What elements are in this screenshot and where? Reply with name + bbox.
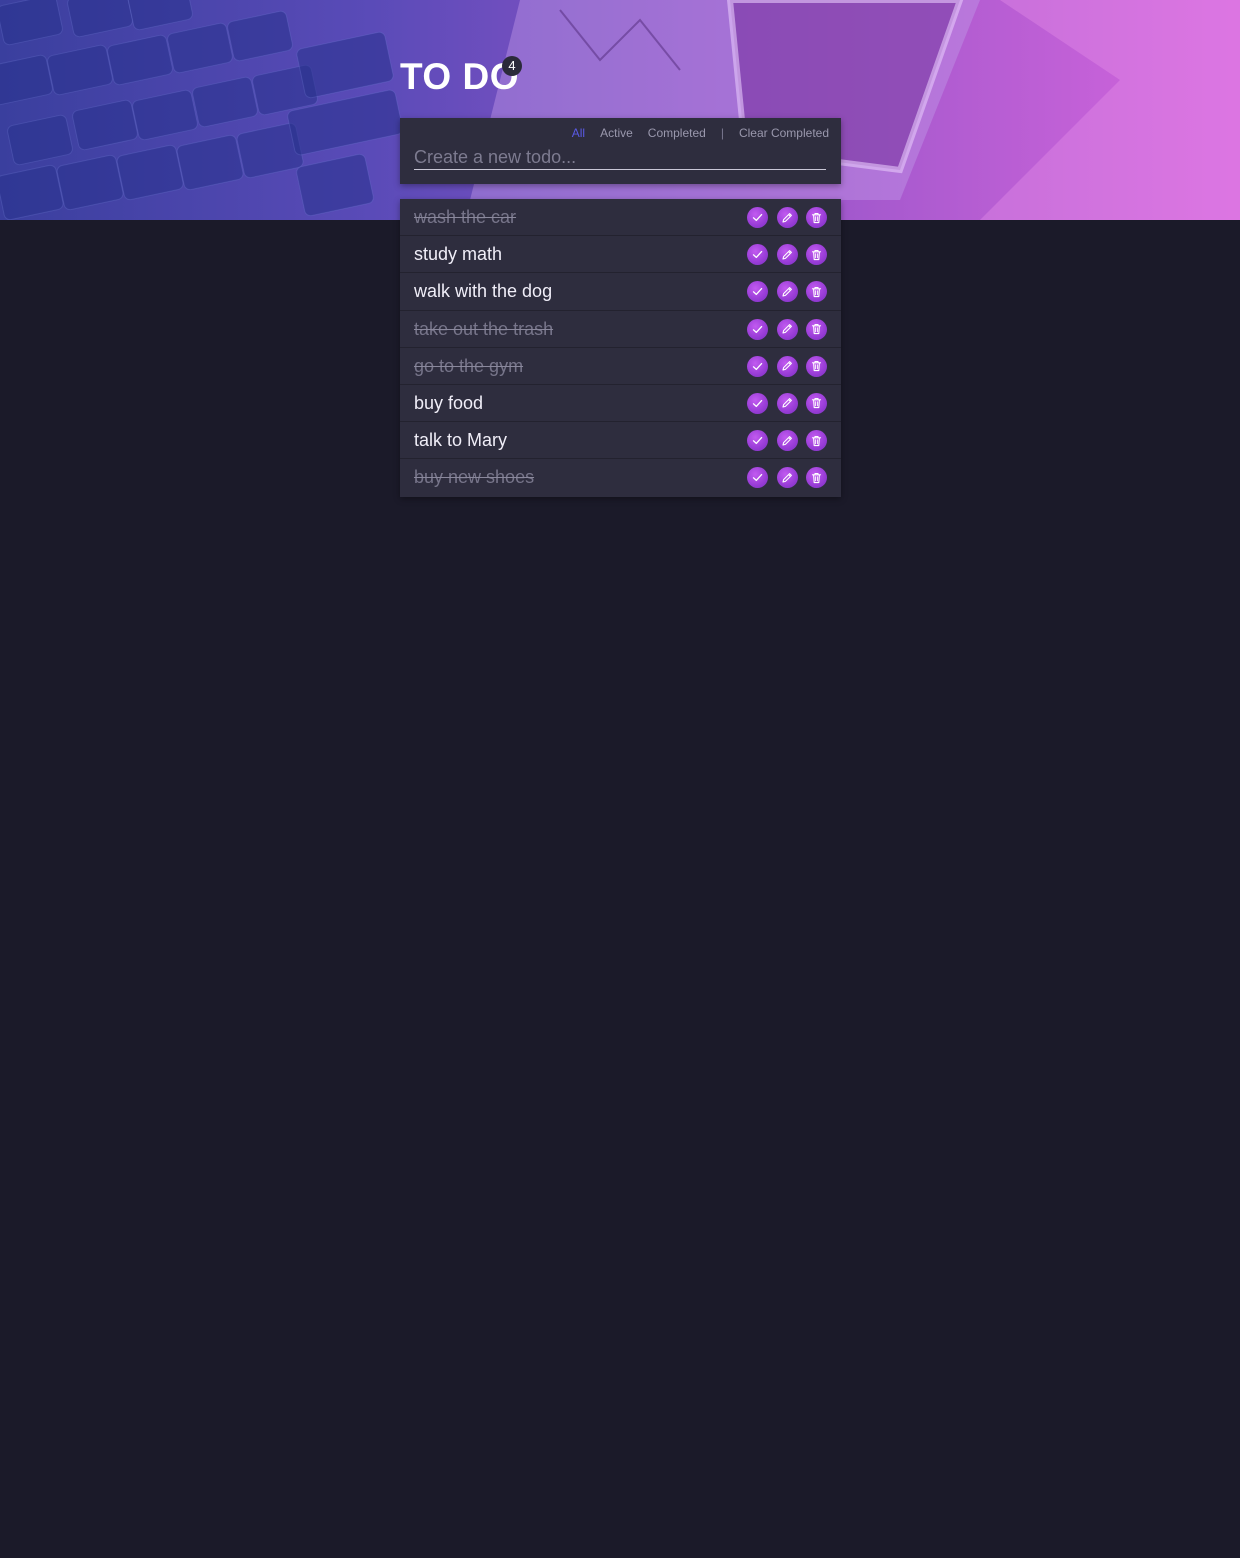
pencil-icon [782,435,792,446]
trash-icon [811,212,822,223]
pencil-icon [782,361,792,371]
delete-button[interactable] [806,318,827,340]
complete-button[interactable] [747,318,768,340]
delete-button[interactable] [806,467,827,489]
pencil-icon [782,212,792,223]
todo-text[interactable]: take out the trash [414,311,553,347]
delete-button[interactable] [806,430,827,452]
pencil-icon [782,324,792,334]
trash-icon [811,286,822,298]
check-icon [752,437,763,445]
pencil-icon [782,472,792,483]
todo-actions [739,392,827,414]
todo-text[interactable]: go to the gym [414,348,523,384]
trash-icon [811,398,822,409]
filter-all-button[interactable]: All [572,126,585,140]
todo-actions [739,281,827,303]
delete-button[interactable] [806,392,827,414]
todo-actions [739,355,827,377]
todo-item: buy food [400,385,841,423]
clear-completed-button[interactable]: Clear Completed [739,126,829,140]
check-icon [752,474,763,482]
check-icon [752,251,763,259]
check-icon [752,399,763,407]
edit-button[interactable] [776,392,798,414]
todo-text[interactable]: study math [414,236,502,272]
todo-item: buy new shoes [400,459,841,496]
complete-button[interactable] [747,392,768,414]
delete-button[interactable] [806,244,827,266]
todo-item: walk with the dog [400,273,841,311]
trash-icon [811,249,822,260]
delete-button[interactable] [806,281,827,303]
edit-button[interactable] [776,244,798,266]
complete-button[interactable] [747,244,768,266]
complete-button[interactable] [747,207,768,228]
edit-button[interactable] [776,281,798,303]
check-icon [752,213,763,222]
edit-button[interactable] [776,355,798,377]
delete-button[interactable] [806,207,827,228]
trash-icon [811,435,822,446]
complete-button[interactable] [747,467,768,489]
active-count-badge: 4 [502,56,522,76]
todo-actions [739,244,827,266]
trash-icon [811,361,822,372]
trash-icon [811,472,822,483]
new-todo-input[interactable] [414,145,826,170]
check-icon [752,362,763,370]
todo-actions [739,467,827,489]
complete-button[interactable] [747,281,768,303]
edit-button[interactable] [776,467,798,489]
todo-actions [739,207,827,228]
header-background-image [0,0,1240,220]
todo-item: take out the trash [400,311,841,348]
input-panel: All Active Completed | Clear Completed [400,118,841,184]
filter-bar: All Active Completed | Clear Completed [572,126,829,140]
filter-separator: | [720,126,724,140]
complete-button[interactable] [747,355,768,377]
title-row: TO DO 4 [400,52,522,102]
page-title: TO DO [400,56,519,97]
edit-button[interactable] [776,318,798,340]
edit-button[interactable] [776,207,798,228]
todo-text[interactable]: buy food [414,385,483,421]
complete-button[interactable] [747,430,768,452]
todo-item: wash the car [400,199,841,237]
pencil-icon [782,398,792,408]
todo-text[interactable]: walk with the dog [414,273,552,309]
check-icon [752,288,763,296]
pencil-icon [782,286,792,297]
delete-button[interactable] [806,355,827,377]
filter-active-button[interactable]: Active [600,126,633,140]
todo-actions [739,318,827,340]
todo-item: study math [400,236,841,274]
todo-actions [739,430,827,452]
edit-button[interactable] [776,430,798,452]
check-icon [752,325,763,333]
todo-item: go to the gym [400,348,841,385]
pencil-icon [782,249,792,260]
trash-icon [811,324,822,335]
todo-text[interactable]: wash the car [414,199,516,235]
todo-item: talk to Mary [400,422,841,460]
filter-completed-button[interactable]: Completed [648,126,706,140]
todo-text[interactable]: talk to Mary [414,422,507,458]
todo-text[interactable]: buy new shoes [414,459,534,495]
todo-list: wash the car study math walk with the do… [400,199,841,497]
